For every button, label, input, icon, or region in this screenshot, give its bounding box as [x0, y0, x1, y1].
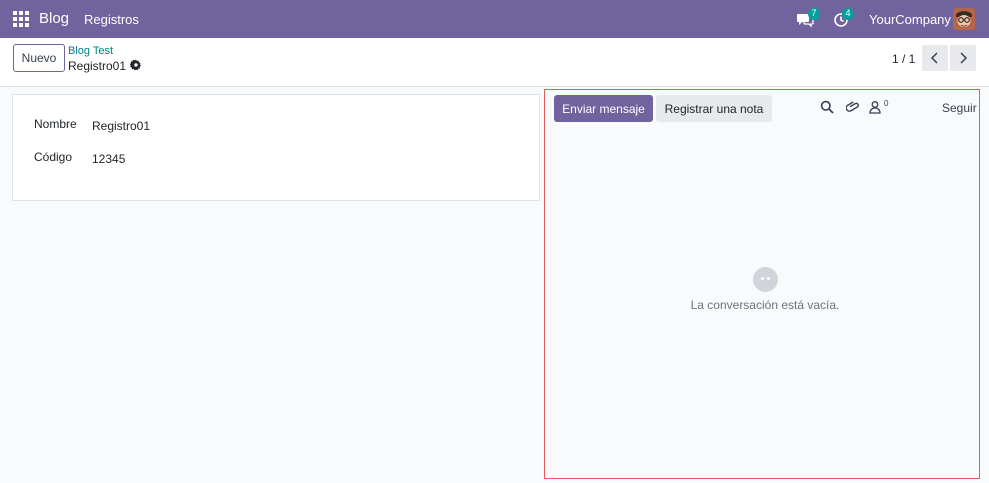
field-label-codigo: Código — [34, 150, 73, 164]
top-navbar: Blog Registros 7 4 YourCompany — [0, 0, 989, 38]
send-message-button[interactable]: Enviar mensaje — [554, 95, 653, 122]
new-button[interactable]: Nuevo — [13, 44, 65, 72]
search-icon[interactable] — [820, 100, 834, 114]
control-panel: Nuevo Blog Test Registro01 1 / 1 — [0, 38, 989, 87]
field-value-codigo[interactable]: 12345 — [92, 152, 125, 166]
empty-conversation-text: La conversación está vacía. — [690, 298, 840, 312]
app-name[interactable]: Blog — [39, 10, 69, 27]
activity-badge: 4 — [842, 8, 854, 20]
field-value-nombre[interactable]: Registro01 — [92, 119, 150, 133]
follow-button[interactable]: Seguir — [942, 101, 977, 115]
follower-count: 0 — [884, 99, 889, 108]
pager-value[interactable]: 1 / 1 — [892, 52, 915, 66]
chevron-left-icon — [930, 52, 938, 64]
form-sheet: Nombre Registro01 Código 12345 — [12, 94, 540, 201]
company-switcher[interactable]: YourCompany — [869, 12, 951, 27]
empty-face-icon — [753, 267, 778, 292]
chat-badge: 7 — [808, 8, 820, 20]
pager-previous-button[interactable] — [922, 45, 948, 71]
record-title: Registro01 — [68, 59, 127, 73]
followers-icon[interactable] — [868, 100, 882, 114]
breadcrumb-parent[interactable]: Blog Test — [68, 45, 113, 57]
log-note-button[interactable]: Registrar una nota — [656, 95, 772, 122]
avatar-image — [953, 8, 975, 30]
chevron-right-icon — [960, 52, 968, 64]
pager-next-button[interactable] — [950, 45, 976, 71]
menu-item-registros[interactable]: Registros — [84, 12, 139, 27]
chatter-panel: Enviar mensaje Registrar una nota 0 Segu… — [544, 89, 980, 479]
app-grid-icon[interactable] — [13, 11, 29, 27]
user-avatar[interactable] — [953, 8, 975, 30]
paperclip-icon[interactable] — [846, 100, 860, 114]
gear-icon[interactable] — [130, 59, 142, 71]
field-label-nombre: Nombre — [34, 117, 77, 131]
